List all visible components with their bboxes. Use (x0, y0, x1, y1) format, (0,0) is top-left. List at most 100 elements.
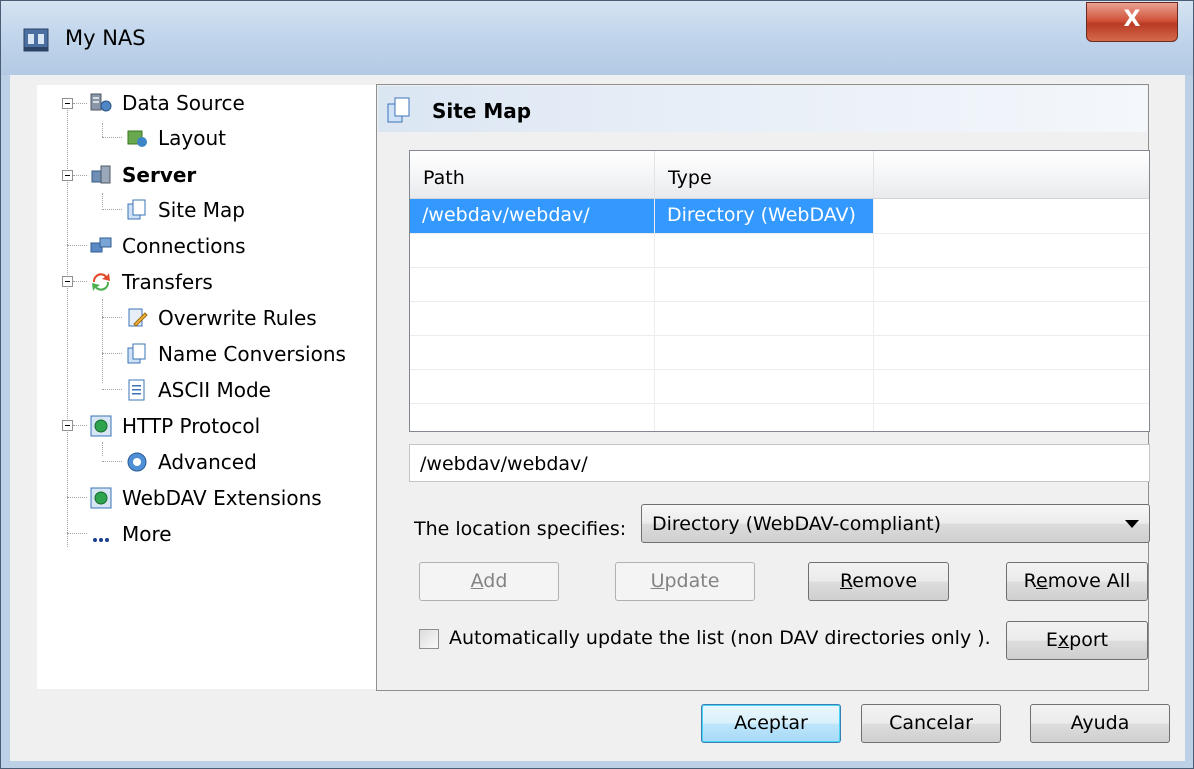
location-type-select[interactable]: Directory (WebDAV-compliant) (641, 504, 1150, 543)
remove-accel: R (839, 570, 853, 592)
tree-line (102, 209, 122, 210)
table-cell (410, 369, 655, 403)
add-label: dd (483, 570, 508, 592)
auto-update-label[interactable]: Automatically update the list (non DAV d… (449, 627, 991, 649)
collapse-toggle-transfers[interactable] (62, 276, 73, 287)
tree-item-connections[interactable]: Connections (89, 230, 246, 262)
column-header-path[interactable]: Path (410, 151, 655, 198)
table-row (410, 335, 1149, 370)
ellipsis-icon (93, 538, 109, 542)
close-icon: X (1123, 7, 1141, 32)
location-type-value: Directory (WebDAV-compliant) (652, 513, 942, 535)
title-bar[interactable]: My NAS X (1, 1, 1193, 75)
remove-all-label: move All (1047, 570, 1131, 592)
table-row[interactable]: /webdav/webdav/ Directory (WebDAV) (410, 199, 1149, 234)
advanced-icon (127, 452, 147, 472)
tree-item-webdav-extensions[interactable]: WebDAV Extensions (89, 482, 322, 514)
table-cell (410, 301, 655, 335)
tree-item-transfers[interactable]: Transfers (89, 266, 213, 298)
tree-line (102, 317, 122, 318)
remove-all-button[interactable]: Remove All (1006, 562, 1148, 601)
remove-all-accel: e (1035, 570, 1048, 592)
table-cell-type: Directory (WebDAV) (655, 199, 874, 233)
site-map-icon (387, 97, 410, 123)
table-cell (655, 369, 874, 403)
connections-icon (90, 237, 112, 253)
remove-all-pre: R (1023, 570, 1036, 592)
tree-item-server[interactable]: Server (89, 159, 196, 191)
tree-line (73, 425, 87, 426)
update-accel: U (650, 570, 665, 592)
tree-item-site-map[interactable]: Site Map (125, 194, 245, 226)
remove-button[interactable]: Remove (808, 562, 949, 601)
tree-line (102, 299, 103, 383)
table-cell (655, 267, 874, 301)
table-cell (655, 233, 874, 267)
remove-label: emove (852, 570, 918, 592)
path-input[interactable]: /webdav/webdav/ (409, 444, 1150, 482)
tree-line (102, 353, 122, 354)
table-cell (410, 335, 655, 369)
table-row (410, 233, 1149, 268)
ok-button[interactable]: Aceptar (701, 704, 841, 743)
add-button[interactable]: Add (419, 562, 559, 601)
tree-line (102, 137, 122, 138)
tree-item-advanced[interactable]: Advanced (125, 446, 257, 478)
collapse-toggle-http-protocol[interactable] (62, 420, 73, 431)
table-cell (655, 335, 874, 369)
tree-line (67, 533, 87, 534)
tree-item-name-conversions[interactable]: Name Conversions (125, 338, 346, 370)
dialog-client: Data Source Layout Server Site Map Conne… (10, 75, 1185, 761)
export-button[interactable]: Export (1006, 621, 1148, 660)
auto-update-checkbox[interactable] (419, 629, 439, 649)
app-icon (23, 28, 49, 52)
http-protocol-icon (90, 415, 112, 437)
table-row (410, 301, 1149, 336)
update-button[interactable]: Update (615, 562, 755, 601)
tree-item-http-protocol[interactable]: HTTP Protocol (89, 410, 260, 442)
tree-item-layout[interactable]: Layout (125, 122, 226, 154)
tree-item-more[interactable]: More (89, 518, 172, 550)
add-accel: A (470, 570, 484, 592)
name-conversions-icon (127, 343, 146, 364)
tree-item-overwrite-rules[interactable]: Overwrite Rules (125, 302, 317, 334)
transfers-icon (92, 273, 110, 291)
tree-line (73, 175, 87, 176)
tree-item-data-source[interactable]: Data Source (89, 87, 245, 119)
tree-line (102, 461, 122, 462)
server-icon (91, 165, 111, 184)
panel-header: Site Map (378, 86, 1147, 132)
update-label: pdate (664, 570, 720, 592)
table-cell (655, 301, 874, 335)
ascii-mode-icon (128, 379, 145, 401)
tree-line (73, 281, 87, 282)
location-label: The location specifies: (414, 518, 627, 540)
window-title: My NAS (65, 26, 146, 50)
site-map-list[interactable]: Path Type /webdav/webdav/ Directory (Web… (409, 150, 1150, 432)
table-cell (655, 403, 874, 431)
dialog-window: My NAS X Data Source Layout Server Site … (0, 0, 1194, 769)
column-header-type[interactable]: Type (655, 151, 874, 198)
site-map-icon (127, 199, 146, 220)
table-cell (410, 403, 655, 431)
table-row (410, 369, 1149, 404)
table-row (410, 403, 1149, 431)
chevron-down-icon (1125, 520, 1139, 528)
collapse-toggle-data-source[interactable] (62, 98, 73, 109)
tree-line (73, 103, 87, 104)
collapse-toggle-server[interactable] (62, 170, 73, 181)
tree-line (102, 442, 103, 456)
webdav-extensions-icon (90, 487, 112, 509)
export-label: port (1069, 629, 1109, 651)
tree-line (67, 245, 87, 246)
table-cell (410, 233, 655, 267)
table-cell (410, 267, 655, 301)
close-button[interactable]: X (1086, 2, 1178, 42)
tree-line (67, 497, 87, 498)
tree-item-ascii-mode[interactable]: ASCII Mode (125, 374, 271, 406)
list-header: Path Type (410, 151, 1149, 199)
export-accel: x (1057, 629, 1070, 651)
cancel-button[interactable]: Cancelar (861, 704, 1001, 743)
settings-tree[interactable]: Data Source Layout Server Site Map Conne… (37, 85, 377, 689)
help-button[interactable]: Ayuda (1030, 704, 1170, 743)
